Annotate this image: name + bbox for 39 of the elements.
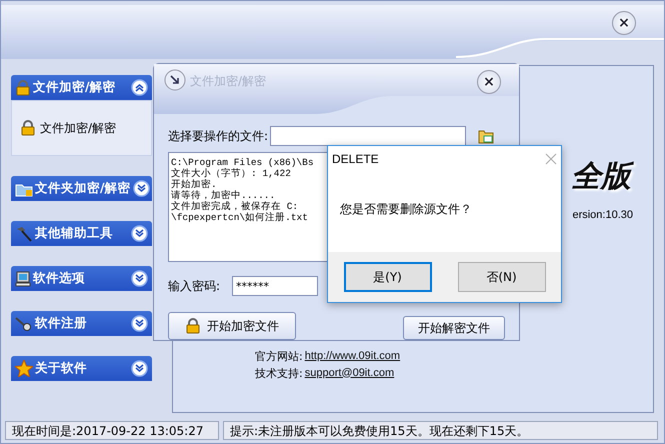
expand-icon[interactable] (131, 270, 148, 287)
computer-icon (15, 270, 31, 286)
password-field[interactable]: ****** (232, 276, 318, 296)
expand-icon[interactable] (132, 180, 150, 197)
sidebar-group-header[interactable]: 文件夹加密/解密 (11, 176, 152, 201)
lock-icon (15, 80, 31, 96)
file-path-field[interactable] (270, 126, 466, 146)
dialog-title: DELETE (332, 151, 379, 168)
sidebar-group-header[interactable]: 其他辅助工具 (11, 221, 152, 246)
field-label: 输入密码: (168, 278, 220, 295)
field-label: 选择要操作的文件: (168, 128, 268, 145)
dialog-button[interactable]: 否(N) (458, 262, 546, 292)
star-icon (15, 360, 33, 377)
sidebar-group-header[interactable]: 软件选项 (11, 266, 152, 291)
expand-icon[interactable] (131, 315, 148, 332)
decrypt-button[interactable]: 开始解密文件 (403, 316, 505, 340)
window-title: 文件加密/解密 (190, 73, 266, 90)
status-text: 提示:未注册版本可以免费使用15天。现在还剩下15天。 (223, 421, 658, 440)
expand-icon[interactable] (131, 225, 148, 242)
link[interactable]: http://www.09it.com (304, 348, 400, 364)
lock-icon (20, 120, 36, 136)
encrypt-button[interactable]: 开始加密文件 (168, 312, 296, 340)
lock-icon (185, 318, 201, 334)
hammer-icon (15, 226, 33, 242)
collapse-icon[interactable] (131, 79, 148, 96)
sidebar-item[interactable]: 文件加密/解密 (40, 119, 116, 137)
dialog-message: 您是否需要删除源文件？ (339, 201, 473, 218)
link[interactable]: support@09it.com (304, 364, 400, 382)
link-label: 官方网站: (255, 348, 303, 364)
expand-icon[interactable] (131, 360, 148, 377)
link-label: 技术支持: (255, 366, 303, 382)
sidebar-group-header[interactable]: 软件注册 (11, 311, 152, 336)
sidebar-group-header[interactable]: 文件加密/解密 (11, 75, 152, 100)
version-label: ersion:10.30 (572, 208, 633, 223)
key-icon (15, 316, 33, 332)
status-text: 现在时间是:2017-09-22 13:05:27 (5, 421, 219, 440)
folder-icon[interactable] (478, 128, 494, 144)
dialog-button[interactable]: 是(Y) (344, 262, 432, 292)
sidebar-group-header[interactable]: 关于软件 (11, 356, 152, 381)
